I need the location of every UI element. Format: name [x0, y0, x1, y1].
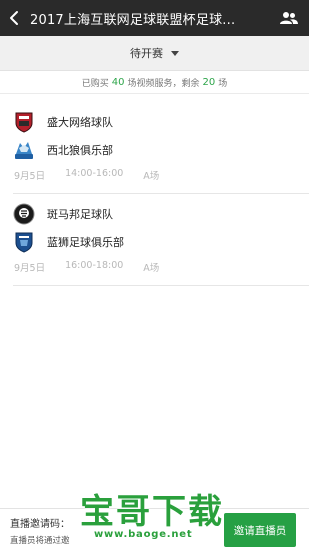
match-date: 9月5日 [14, 263, 46, 274]
service-middle: 场视频服务，剩余 [127, 79, 200, 89]
page-title: 2017上海互联网足球联盟杯足球... [30, 12, 236, 28]
caret-down-icon [171, 50, 179, 56]
back-arrow-icon [10, 11, 18, 25]
match-date: 9月5日 [14, 171, 46, 182]
status-filter-label: 待开赛 [130, 47, 163, 60]
status-filter-dropdown[interactable]: 待开赛 [0, 36, 309, 71]
match-time: 16:00-18:00 [65, 260, 124, 271]
people-icon [280, 12, 298, 24]
back-button[interactable] [0, 0, 28, 36]
blue-lion-crest-icon [13, 231, 35, 253]
away-team-name: 西北狼俱乐部 [47, 144, 113, 157]
video-service-summary: 已购买 40 场视频服务，剩余 20 场 [0, 72, 309, 94]
wolf-crest-icon [13, 139, 35, 161]
home-team-name: 盛大网络球队 [47, 116, 113, 129]
live-code-label: 直播邀请码： [10, 519, 70, 530]
top-bar: 2017上海互联网足球联盟杯足球... [0, 0, 309, 36]
home-team-name: 斑马邦足球队 [47, 208, 113, 221]
match-field: A场 [143, 263, 160, 274]
home-team-row: 盛大网络球队 [13, 109, 113, 135]
shanda-crest-icon [13, 111, 35, 133]
invite-broadcaster-button[interactable]: 邀请直播员 [224, 513, 296, 547]
match-item[interactable]: 盛大网络球队 西北狼俱乐部 9月5日 14:00-16:00 A场 [13, 102, 309, 194]
match-field: A场 [143, 171, 160, 182]
away-team-name: 蓝狮足球俱乐部 [47, 236, 124, 249]
home-team-row: 斑马邦足球队 [13, 201, 113, 227]
live-code-hint: 直播员将通过邀 [10, 536, 70, 546]
service-suffix: 场 [218, 79, 228, 89]
match-time: 14:00-16:00 [65, 168, 124, 179]
service-bought-count: 40 [111, 77, 125, 88]
away-team-row: 蓝狮足球俱乐部 [13, 229, 124, 255]
match-meta: 9月5日 14:00-16:00 A场 [14, 168, 179, 182]
away-team-row: 西北狼俱乐部 [13, 137, 113, 163]
watermark-title: 宝哥下载 [80, 492, 224, 532]
members-button[interactable] [269, 0, 309, 36]
watermark: 宝哥下载 www.baoge.net [80, 484, 232, 550]
service-prefix: 已购买 [81, 79, 109, 89]
match-item[interactable]: 斑马邦足球队 蓝狮足球俱乐部 9月5日 16:00-18:00 A场 [13, 194, 309, 286]
watermark-url: www.baoge.net [94, 529, 193, 540]
zebra-crest-icon [13, 203, 35, 225]
match-meta: 9月5日 16:00-18:00 A场 [14, 260, 179, 274]
service-remaining-count: 20 [202, 77, 216, 88]
